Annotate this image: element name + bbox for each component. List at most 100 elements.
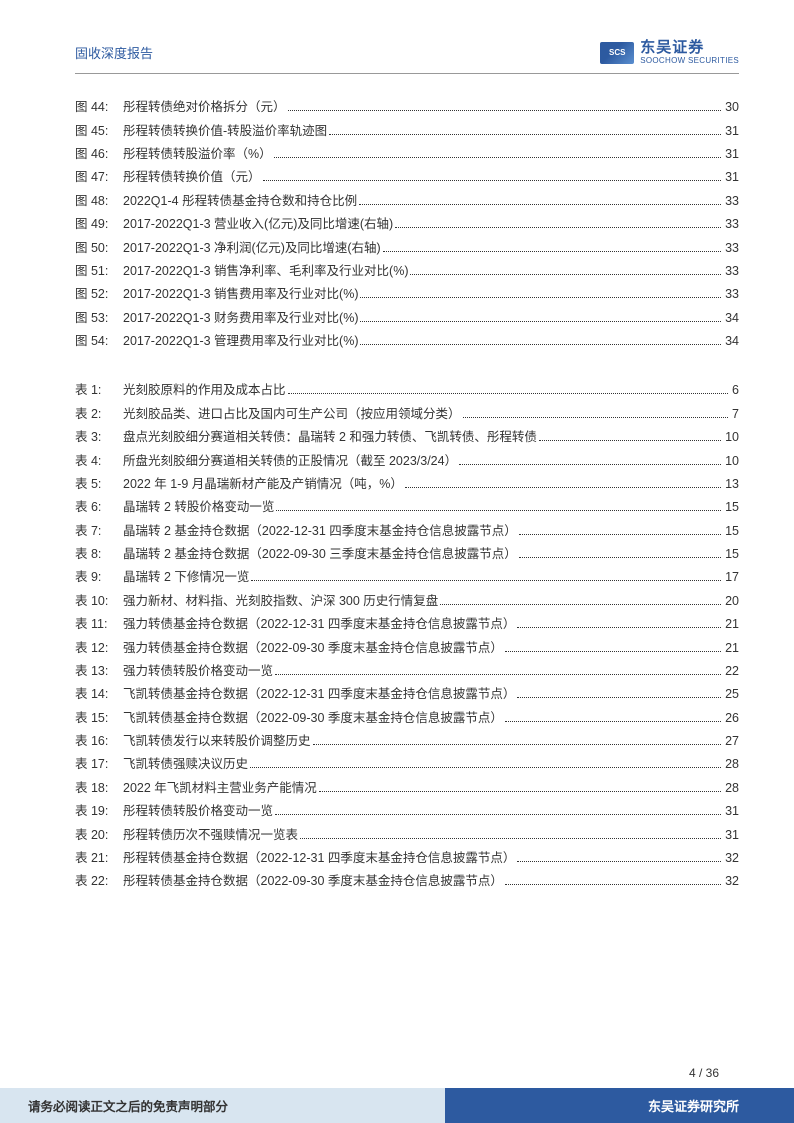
toc-entry-page: 31 [725,168,739,187]
logo-mark-icon: SCS [600,42,634,64]
toc-entry-title: 2022 年 1-9 月晶瑞新材产能及产销情况（吨，%） [123,475,403,494]
toc-entry: 图 52:2017-2022Q1-3 销售费用率及行业对比(%) 33 [75,285,739,304]
toc-entry: 图 48:2022Q1-4 彤程转债基金持仓数和持仓比例33 [75,192,739,211]
toc-entry-label: 表 16: [75,732,123,751]
toc-entry-page: 31 [725,826,739,845]
toc-entry-label: 表 3: [75,428,123,447]
toc-leader-dots [505,721,721,722]
toc-entry: 表 14:飞凯转债基金持仓数据（2022-12-31 四季度末基金持仓信息披露节… [75,685,739,704]
toc-leader-dots [459,464,721,465]
toc-entry: 表 9:晶瑞转 2 下修情况一览17 [75,568,739,587]
page-header: 固收深度报告 SCS 东吴证券 SOOCHOW SECURITIES [75,40,739,74]
toc-entry-title: 所盘光刻胶细分赛道相关转债的正股情况（截至 2023/3/24） [123,452,457,471]
toc-leader-dots [360,321,721,322]
toc-leader-dots [319,791,721,792]
toc-entry-title: 2017-2022Q1-3 财务费用率及行业对比(%) [123,309,358,328]
toc-entry-page: 15 [725,522,739,541]
toc-leader-dots [251,580,721,581]
toc-entry-label: 图 47: [75,168,123,187]
toc-entry-page: 10 [725,452,739,471]
toc-entry-label: 表 18: [75,779,123,798]
toc-entry-label: 表 12: [75,639,123,658]
toc-leader-dots [505,651,721,652]
toc-entry-title: 2017-2022Q1-3 净利润(亿元)及同比增速(右轴) [123,239,381,258]
toc-entry: 图 53:2017-2022Q1-3 财务费用率及行业对比(%)34 [75,309,739,328]
toc-leader-dots [360,344,721,345]
toc-entry-title: 飞凯转债基金持仓数据（2022-12-31 四季度末基金持仓信息披露节点） [123,685,515,704]
toc-leader-dots [359,204,721,205]
toc-leader-dots [505,884,721,885]
toc-leader-dots [405,487,721,488]
toc-entry: 图 54:2017-2022Q1-3 管理费用率及行业对比(%)34 [75,332,739,351]
toc-leader-dots [276,510,721,511]
toc-entry-label: 图 44: [75,98,123,117]
toc-leader-dots [263,180,722,181]
toc-entry-label: 图 48: [75,192,123,211]
toc-entry-label: 图 50: [75,239,123,258]
toc-entry-title: 2017-2022Q1-3 销售费用率及行业对比(%) [123,285,358,304]
toc-leader-dots [313,744,722,745]
toc-entry-page: 15 [725,545,739,564]
tables-toc: 表 1:光刻胶原料的作用及成本占比6表 2:光刻胶品类、进口占比及国内可生产公司… [75,381,739,891]
footer-bar: 请务必阅读正文之后的免责声明部分 东吴证券研究所 [0,1088,794,1123]
toc-entry-title: 彤程转债转换价值-转股溢价率轨迹图 [123,122,327,141]
toc-entry: 表 2:光刻胶品类、进口占比及国内可生产公司（按应用领域分类）7 [75,405,739,424]
toc-entry: 表 19:彤程转债转股价格变动一览31 [75,802,739,821]
toc-entry-page: 20 [725,592,739,611]
page-footer: 4 / 36 请务必阅读正文之后的免责声明部分 东吴证券研究所 [0,1066,794,1123]
toc-entry-title: 2017-2022Q1-3 管理费用率及行业对比(%) [123,332,358,351]
toc-entry: 图 51:2017-2022Q1-3 销售净利率、毛利率及行业对比(%)33 [75,262,739,281]
toc-entry: 表 11:强力转债基金持仓数据（2022-12-31 四季度末基金持仓信息披露节… [75,615,739,634]
toc-entry-title: 彤程转债历次不强赎情况一览表 [123,826,298,845]
toc-entry: 图 45:彤程转债转换价值-转股溢价率轨迹图31 [75,122,739,141]
toc-entry-page: 21 [725,639,739,658]
toc-entry-label: 表 14: [75,685,123,704]
toc-entry: 图 44:彤程转债绝对价格拆分（元）30 [75,98,739,117]
toc-entry-label: 表 5: [75,475,123,494]
toc-entry-title: 晶瑞转 2 下修情况一览 [123,568,249,587]
toc-entry: 表 21:彤程转债基金持仓数据（2022-12-31 四季度末基金持仓信息披露节… [75,849,739,868]
toc-leader-dots [288,110,722,111]
toc-leader-dots [329,134,721,135]
toc-entry-page: 32 [725,849,739,868]
toc-entry-page: 22 [725,662,739,681]
toc-entry-label: 表 4: [75,452,123,471]
toc-leader-dots [519,557,721,558]
toc-entry-label: 表 21: [75,849,123,868]
toc-leader-dots [517,861,721,862]
toc-entry-label: 表 1: [75,381,123,400]
toc-entry: 表 16:飞凯转债发行以来转股价调整历史27 [75,732,739,751]
toc-entry-title: 飞凯转债基金持仓数据（2022-09-30 季度末基金持仓信息披露节点） [123,709,503,728]
toc-entry-label: 表 10: [75,592,123,611]
toc-entry-label: 表 13: [75,662,123,681]
toc-entry: 表 7:晶瑞转 2 基金持仓数据（2022-12-31 四季度末基金持仓信息披露… [75,522,739,541]
toc-entry: 表 18:2022 年飞凯材料主营业务产能情况28 [75,779,739,798]
toc-entry-title: 彤程转债转股价格变动一览 [123,802,273,821]
toc-entry-title: 强力转债转股价格变动一览 [123,662,273,681]
toc-entry-title: 盘点光刻胶细分赛道相关转债：晶瑞转 2 和强力转债、飞凯转债、彤程转债 [123,428,537,447]
toc-entry-page: 34 [725,332,739,351]
toc-entry-page: 15 [725,498,739,517]
toc-leader-dots [410,274,721,275]
toc-entry: 表 13:强力转债转股价格变动一览 22 [75,662,739,681]
toc-entry-label: 表 11: [75,615,123,634]
toc-entry-page: 7 [732,405,739,424]
toc-entry: 表 4:所盘光刻胶细分赛道相关转债的正股情况（截至 2023/3/24） 10 [75,452,739,471]
toc-entry-title: 2022 年飞凯材料主营业务产能情况 [123,779,317,798]
toc-entry-title: 彤程转债转股溢价率（%） [123,145,272,164]
toc-entry-page: 31 [725,145,739,164]
toc-leader-dots [395,227,721,228]
footer-disclaimer: 请务必阅读正文之后的免责声明部分 [0,1088,445,1123]
toc-entry: 表 8:晶瑞转 2 基金持仓数据（2022-09-30 三季度末基金持仓信息披露… [75,545,739,564]
toc-entry-label: 图 52: [75,285,123,304]
toc-entry-page: 33 [725,239,739,258]
toc-entry-page: 33 [725,285,739,304]
company-logo: SCS 东吴证券 SOOCHOW SECURITIES [600,40,739,65]
page-number: 4 / 36 [0,1066,794,1080]
toc-entry: 表 12:强力转债基金持仓数据（2022-09-30 季度末基金持仓信息披露节点… [75,639,739,658]
logo-text: 东吴证券 SOOCHOW SECURITIES [640,40,739,65]
page-container: 固收深度报告 SCS 东吴证券 SOOCHOW SECURITIES 图 44:… [0,0,794,1123]
toc-entry-label: 表 6: [75,498,123,517]
toc-entry-label: 表 22: [75,872,123,891]
logo-cn: 东吴证券 [640,40,739,57]
